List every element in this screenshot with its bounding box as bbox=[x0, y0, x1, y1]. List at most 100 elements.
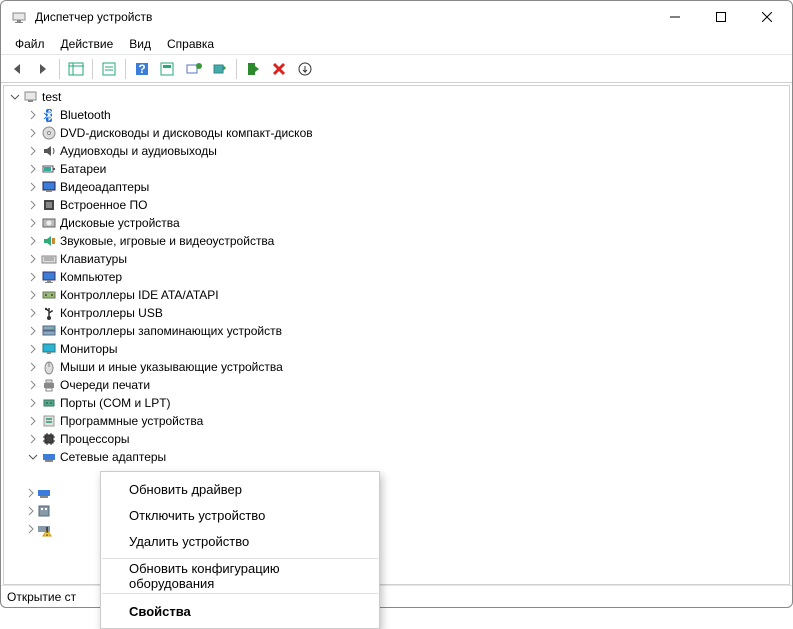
ctx-update-driver[interactable]: Обновить драйвер bbox=[101, 476, 379, 502]
tree-item-label: Сетевые адаптеры bbox=[60, 450, 166, 464]
expand-toggle-icon[interactable] bbox=[26, 288, 40, 302]
nav-forward-button[interactable] bbox=[31, 57, 55, 81]
tree-item[interactable]: Видеоадаптеры bbox=[4, 178, 789, 196]
tree-item-label: Батареи bbox=[60, 162, 106, 176]
expand-toggle-icon[interactable] bbox=[26, 486, 36, 500]
tree-item[interactable]: Звуковые, игровые и видеоустройства bbox=[4, 232, 789, 250]
tree-item[interactable]: Мониторы bbox=[4, 340, 789, 358]
monitor-icon bbox=[40, 341, 58, 357]
maximize-button[interactable] bbox=[698, 1, 744, 33]
find-button[interactable] bbox=[156, 57, 180, 81]
expand-toggle-icon[interactable] bbox=[26, 396, 40, 410]
tree-item[interactable]: Сетевые адаптеры bbox=[4, 448, 789, 466]
tree-item[interactable] bbox=[4, 484, 54, 502]
uninstall-device-button[interactable] bbox=[267, 57, 291, 81]
printer-icon bbox=[40, 377, 58, 393]
tree-item[interactable]: Процессоры bbox=[4, 430, 789, 448]
svg-text:!: ! bbox=[45, 525, 48, 538]
expand-toggle-icon[interactable] bbox=[26, 360, 40, 374]
ctx-disable-device[interactable]: Отключить устройство bbox=[101, 502, 379, 528]
tree-item-label: Видеоадаптеры bbox=[60, 180, 149, 194]
mouse-icon bbox=[40, 359, 58, 375]
show-hide-tree-button[interactable] bbox=[64, 57, 88, 81]
tree-item-label: Контроллеры IDE ATA/ATAPI bbox=[60, 288, 219, 302]
expand-toggle-icon[interactable] bbox=[26, 162, 40, 176]
expand-toggle-icon[interactable] bbox=[26, 234, 40, 248]
tree-item-label: Контроллеры запоминающих устройств bbox=[60, 324, 282, 338]
tree-item[interactable]: Дисковые устройства bbox=[4, 214, 789, 232]
computer-icon bbox=[22, 89, 40, 105]
tree-item[interactable]: Компьютер bbox=[4, 268, 789, 286]
tree-item[interactable]: Мыши и иные указывающие устройства bbox=[4, 358, 789, 376]
expand-toggle-icon[interactable] bbox=[26, 342, 40, 356]
toolbar-separator bbox=[125, 59, 126, 79]
expand-toggle-icon[interactable] bbox=[26, 522, 36, 536]
collapse-toggle-icon[interactable] bbox=[26, 450, 40, 464]
tree-item-label: Процессоры bbox=[60, 432, 130, 446]
menubar: Файл Действие Вид Справка bbox=[1, 33, 792, 55]
expand-toggle-icon[interactable] bbox=[26, 126, 40, 140]
tree-item-label: Дисковые устройства bbox=[60, 216, 180, 230]
tree-item[interactable]: Встроенное ПО bbox=[4, 196, 789, 214]
expand-toggle-icon[interactable] bbox=[26, 504, 36, 518]
tree-item-label: Очереди печати bbox=[60, 378, 150, 392]
tree-item[interactable]: Очереди печати bbox=[4, 376, 789, 394]
expand-toggle-icon[interactable] bbox=[26, 180, 40, 194]
tree-item-label: DVD-дисководы и дисководы компакт-дисков bbox=[60, 126, 313, 140]
minimize-button[interactable] bbox=[652, 1, 698, 33]
ctx-remove-device[interactable]: Удалить устройство bbox=[101, 528, 379, 554]
battery-icon bbox=[40, 161, 58, 177]
close-button[interactable] bbox=[744, 1, 790, 33]
tree-item-label: Bluetooth bbox=[60, 108, 111, 122]
menu-view[interactable]: Вид bbox=[121, 35, 159, 53]
tree-item[interactable]: Контроллеры запоминающих устройств bbox=[4, 322, 789, 340]
network-icon bbox=[36, 485, 52, 501]
expand-toggle-icon[interactable] bbox=[26, 198, 40, 212]
menu-file[interactable]: Файл bbox=[7, 35, 53, 53]
expand-toggle-icon[interactable] bbox=[26, 432, 40, 446]
device-manager-icon bbox=[11, 9, 27, 25]
context-menu: Обновить драйвер Отключить устройство Уд… bbox=[100, 471, 380, 629]
expand-toggle-icon[interactable] bbox=[26, 378, 40, 392]
expand-toggle-icon[interactable] bbox=[26, 306, 40, 320]
expand-toggle-icon[interactable] bbox=[8, 90, 22, 104]
properties-button[interactable] bbox=[97, 57, 121, 81]
expand-toggle-icon[interactable] bbox=[26, 414, 40, 428]
tree-item[interactable]: Аудиовходы и аудиовыходы bbox=[4, 142, 789, 160]
expand-toggle-icon[interactable] bbox=[26, 108, 40, 122]
expand-toggle-icon[interactable] bbox=[26, 324, 40, 338]
tree-item[interactable]: Контроллеры IDE ATA/ATAPI bbox=[4, 286, 789, 304]
tree-item-label: Программные устройства bbox=[60, 414, 203, 428]
expand-toggle-icon[interactable] bbox=[26, 144, 40, 158]
tree-item[interactable]: Клавиатуры bbox=[4, 250, 789, 268]
tree-item[interactable]: Программные устройства bbox=[4, 412, 789, 430]
bluetooth-icon bbox=[40, 107, 58, 123]
ctx-properties[interactable]: Свойства bbox=[101, 598, 379, 624]
menu-help[interactable]: Справка bbox=[159, 35, 222, 53]
expand-toggle-icon[interactable] bbox=[26, 252, 40, 266]
tree-item[interactable]: Порты (COM и LPT) bbox=[4, 394, 789, 412]
titlebar: Диспетчер устройств bbox=[1, 1, 792, 33]
sound-icon bbox=[40, 233, 58, 249]
help-button[interactable]: ? bbox=[130, 57, 154, 81]
tree-item[interactable]: Контроллеры USB bbox=[4, 304, 789, 322]
enable-device-button[interactable] bbox=[241, 57, 265, 81]
tree-root[interactable]: test bbox=[4, 88, 789, 106]
scan-hardware-button[interactable] bbox=[182, 57, 206, 81]
tree-item[interactable]: Bluetooth bbox=[4, 106, 789, 124]
add-legacy-hardware-button[interactable] bbox=[293, 57, 317, 81]
tree-item[interactable]: Батареи bbox=[4, 160, 789, 178]
ctx-refresh-config[interactable]: Обновить конфигурацию оборудования bbox=[101, 563, 379, 589]
storage-icon bbox=[40, 323, 58, 339]
tree-item[interactable]: ! bbox=[4, 520, 54, 538]
update-driver-button[interactable] bbox=[208, 57, 232, 81]
expand-toggle-icon[interactable] bbox=[26, 270, 40, 284]
tree-item[interactable]: DVD-дисководы и дисководы компакт-дисков bbox=[4, 124, 789, 142]
tree-child-selected[interactable] bbox=[4, 466, 44, 484]
status-text: Открытие ст bbox=[7, 590, 76, 604]
tree-item[interactable] bbox=[4, 502, 54, 520]
computer-icon bbox=[40, 269, 58, 285]
nav-back-button[interactable] bbox=[5, 57, 29, 81]
menu-action[interactable]: Действие bbox=[53, 35, 122, 53]
expand-toggle-icon[interactable] bbox=[26, 216, 40, 230]
